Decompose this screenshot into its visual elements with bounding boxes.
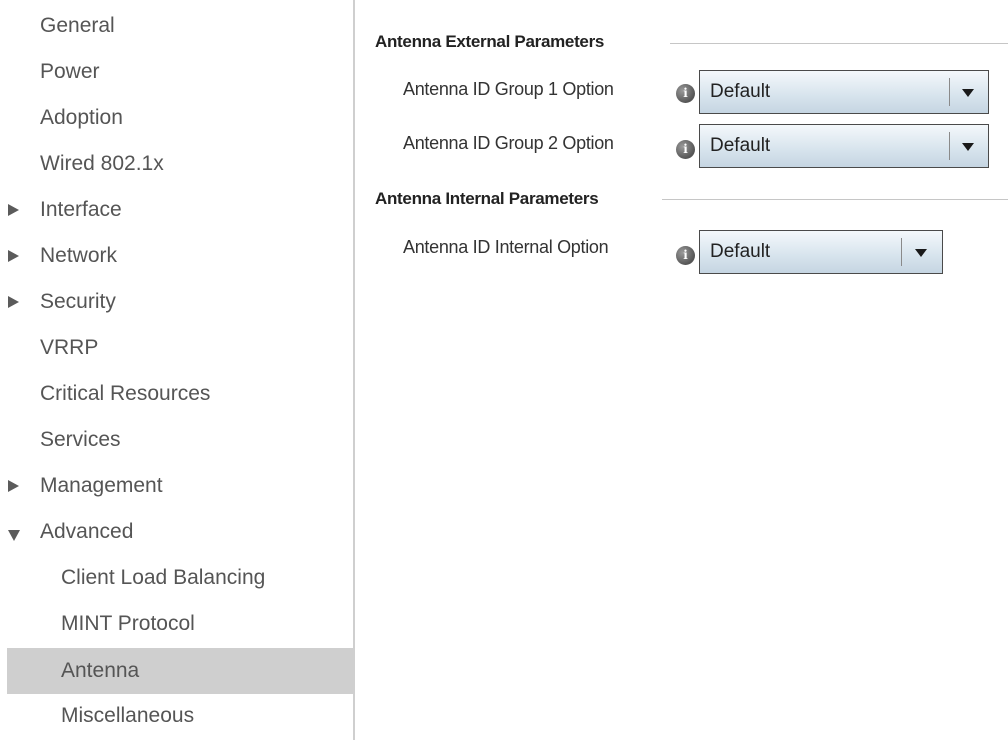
sidebar-item-label: VRRP: [40, 336, 99, 359]
field-label-internal: Antenna ID Internal Option: [403, 237, 609, 257]
triangle-right-icon[interactable]: [7, 282, 37, 322]
sidebar-item-label: Miscellaneous: [61, 704, 195, 727]
sidebar-nav: General Power Adoption Wired 802.1x Inte…: [0, 0, 353, 740]
sidebar-item-label: Services: [40, 428, 121, 451]
antenna-group2-select[interactable]: Default: [699, 124, 989, 168]
section-title-external: Antenna External Parameters: [375, 32, 605, 51]
select-separator: [949, 78, 950, 106]
sidebar-item-general[interactable]: General: [7, 6, 353, 46]
antenna-internal-select[interactable]: Default: [699, 230, 943, 274]
sidebar-item-label: Security: [40, 290, 116, 313]
triangle-right-icon[interactable]: [7, 190, 37, 230]
info-icon[interactable]: i: [676, 140, 695, 159]
sidebar-item-network[interactable]: Network: [7, 236, 353, 276]
sidebar-item-interface[interactable]: Interface: [7, 190, 353, 230]
sidebar-item-management[interactable]: Management: [7, 466, 353, 506]
sidebar-item-label: Antenna: [61, 659, 140, 682]
sidebar-item-adoption[interactable]: Adoption: [7, 98, 353, 138]
sidebar-item-power[interactable]: Power: [7, 52, 353, 92]
sidebar-item-label: Interface: [40, 198, 122, 221]
section-divider: [662, 199, 1008, 200]
info-icon[interactable]: i: [676, 84, 695, 103]
sidebar-item-mint-protocol[interactable]: MINT Protocol: [7, 604, 353, 644]
select-value: Default: [710, 241, 771, 262]
sidebar-item-label: Power: [40, 60, 100, 83]
sidebar-item-label: Critical Resources: [40, 382, 211, 405]
sidebar-item-miscellaneous[interactable]: Miscellaneous: [7, 696, 353, 736]
sidebar-item-vrrp[interactable]: VRRP: [7, 328, 353, 368]
sidebar-item-wired-8021x[interactable]: Wired 802.1x: [7, 144, 353, 184]
sidebar-item-label: Advanced: [40, 520, 134, 543]
sidebar-item-critical-resources[interactable]: Critical Resources: [7, 374, 353, 414]
caret-down-icon[interactable]: [962, 89, 974, 97]
sidebar-item-antenna[interactable]: Antenna: [7, 648, 353, 694]
sidebar-item-security[interactable]: Security: [7, 282, 353, 322]
sidebar-item-label: Adoption: [40, 106, 123, 129]
info-icon[interactable]: i: [676, 246, 695, 265]
sidebar-item-label: Wired 802.1x: [40, 152, 164, 175]
sidebar-item-label: MINT Protocol: [61, 612, 195, 635]
select-separator: [901, 238, 902, 266]
caret-down-icon[interactable]: [915, 249, 927, 257]
triangle-right-icon[interactable]: [7, 236, 37, 276]
sidebar-item-label: Management: [40, 474, 163, 497]
sidebar-item-advanced[interactable]: Advanced: [7, 512, 353, 552]
sidebar-divider[interactable]: [353, 0, 355, 740]
field-label-group1: Antenna ID Group 1 Option: [403, 79, 614, 99]
sidebar-item-label: Client Load Balancing: [61, 566, 266, 589]
field-label-group2: Antenna ID Group 2 Option: [403, 133, 614, 153]
antenna-group1-select[interactable]: Default: [699, 70, 989, 114]
caret-down-icon[interactable]: [962, 143, 974, 151]
section-divider: [670, 43, 1008, 44]
sidebar-item-services[interactable]: Services: [7, 420, 353, 460]
select-separator: [949, 132, 950, 160]
select-value: Default: [710, 81, 771, 102]
sidebar-item-client-load-balancing[interactable]: Client Load Balancing: [7, 558, 353, 598]
triangle-down-icon[interactable]: [7, 512, 37, 552]
sidebar-item-label: Network: [40, 244, 118, 267]
section-title-internal: Antenna Internal Parameters: [375, 189, 599, 208]
sidebar-item-label: General: [40, 14, 115, 37]
triangle-right-icon[interactable]: [7, 466, 37, 506]
select-value: Default: [710, 135, 771, 156]
